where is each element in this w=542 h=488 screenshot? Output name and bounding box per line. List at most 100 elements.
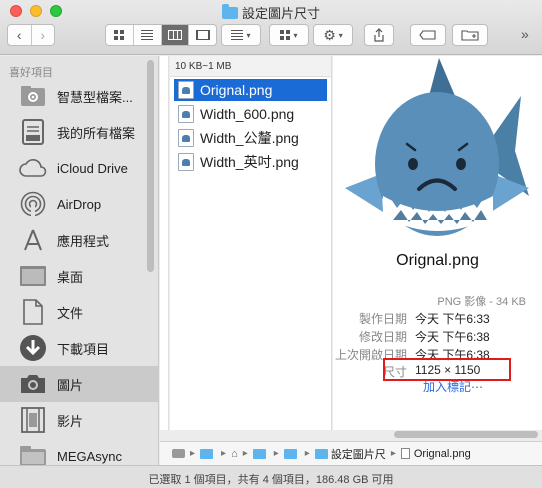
- airdrop-icon: [18, 190, 48, 218]
- hard-drive-icon[interactable]: [172, 449, 185, 458]
- status-bar: 已選取 1 個項目，共有 4 個項目，186.48 GB 可用: [0, 465, 542, 488]
- sidebar-item-label: 我的所有檔案: [57, 125, 136, 141]
- path-folder-icon[interactable]: [283, 448, 297, 459]
- sidebar-scrollbar[interactable]: [147, 60, 154, 272]
- png-file-icon: [178, 153, 194, 171]
- sidebar-item-label: 智慧型檔案...: [57, 89, 133, 105]
- sidebar-item-label: MEGAsync: [57, 448, 123, 464]
- meta-modified: 修改日期 今天 下午6:38: [333, 328, 542, 344]
- smart-folder-icon: [18, 82, 48, 110]
- png-file-icon: [178, 129, 194, 147]
- meta-value: 今天 下午6:38: [415, 330, 490, 344]
- sidebar-item-label: 圖片: [57, 377, 84, 393]
- group-icon: [280, 30, 291, 40]
- path-crumb[interactable]: Orignal.png: [414, 448, 471, 460]
- coverflow-view-icon: [195, 30, 210, 40]
- shark-thumbnail: [345, 58, 529, 236]
- sidebar-item-applications[interactable]: 應用程式: [0, 222, 158, 258]
- file-item[interactable]: Width_英吋.png: [174, 151, 327, 173]
- sidebar-item-movies[interactable]: 影片: [0, 402, 158, 438]
- file-item[interactable]: Width_600.png: [174, 103, 327, 125]
- preview-file-kind: PNG 影像 - 34 KB: [437, 296, 526, 308]
- list-view-icon: [141, 30, 154, 40]
- group-header: 10 KB~1 MB: [170, 56, 331, 77]
- png-file-icon: [178, 81, 194, 99]
- png-file-icon: [400, 448, 410, 459]
- desktop-icon: [18, 262, 48, 290]
- path-separator-icon: ▸: [390, 448, 396, 459]
- camera-icon: [18, 370, 48, 398]
- tag-icon: [419, 30, 436, 40]
- path-folder-icon[interactable]: [252, 448, 266, 459]
- path-separator-icon: ▸: [304, 448, 310, 459]
- sidebar-item-label: 應用程式: [57, 233, 110, 249]
- group-button[interactable]: ▾: [269, 24, 309, 46]
- home-icon[interactable]: ⌂: [231, 448, 238, 460]
- arrange-icon: [231, 30, 244, 40]
- window-title: 設定圖片尺寸: [0, 3, 542, 21]
- sidebar-item-airdrop[interactable]: AirDrop: [0, 186, 158, 222]
- sidebar-item-smart-folder[interactable]: 智慧型檔案...: [0, 78, 158, 114]
- file-item[interactable]: Width_公釐.png: [174, 127, 327, 149]
- preview-file-name: Orignal.png: [396, 252, 479, 269]
- nav-buttons: ‹ ›: [7, 24, 55, 46]
- path-separator-icon: ▸: [242, 448, 248, 459]
- sidebar-item-all-my-files[interactable]: 我的所有檔案: [0, 114, 158, 150]
- sidebar-item-desktop[interactable]: 桌面: [0, 258, 158, 294]
- share-button[interactable]: [364, 24, 394, 46]
- forward-button[interactable]: ›: [32, 25, 55, 45]
- new-folder-icon: [461, 30, 479, 41]
- sidebar-section-favorites: 喜好項目: [9, 67, 53, 79]
- applications-icon: [18, 226, 48, 254]
- path-separator-icon: ▸: [273, 448, 279, 459]
- path-folder-icon: [314, 448, 328, 459]
- sidebar-item-label: 下載項目: [57, 341, 110, 357]
- file-item[interactable]: Orignal.png: [174, 79, 327, 101]
- sidebar: 喜好項目 智慧型檔案... 我的所有檔案 iCloud Drive AirDro…: [0, 56, 159, 466]
- action-button[interactable]: ⚙ ▾: [313, 24, 353, 46]
- path-separator-icon: ▸: [190, 448, 196, 459]
- sidebar-item-documents[interactable]: 文件: [0, 294, 158, 330]
- coverflow-view-button[interactable]: [189, 25, 216, 45]
- column-view-button[interactable]: [161, 25, 190, 45]
- chevron-down-icon: ▾: [338, 30, 343, 40]
- dimensions-highlight-box: [383, 358, 511, 381]
- sidebar-item-label: AirDrop: [57, 196, 102, 212]
- meta-value: 今天 下午6:33: [415, 312, 490, 326]
- chevron-right-icon: ›: [40, 27, 46, 43]
- path-separator-icon: ▸: [221, 448, 227, 459]
- icon-view-icon: [114, 30, 125, 40]
- new-folder-button[interactable]: [452, 24, 488, 46]
- sidebar-item-downloads[interactable]: 下載項目: [0, 330, 158, 366]
- cloud-icon: [18, 154, 48, 182]
- chevron-down-icon: ▾: [293, 30, 298, 40]
- sidebar-item-pictures[interactable]: 圖片: [0, 366, 158, 402]
- list-view-button[interactable]: [134, 25, 162, 45]
- meta-key: 製作日期: [358, 312, 407, 326]
- path-crumb[interactable]: 設定圖片尺: [331, 446, 386, 462]
- folder-icon: [221, 4, 238, 19]
- icon-view-button[interactable]: [106, 25, 134, 45]
- toolbar-overflow-button[interactable]: »: [521, 26, 529, 42]
- horizontal-scrollbar[interactable]: [394, 431, 538, 438]
- png-file-icon: [178, 105, 194, 123]
- view-mode-control: [105, 24, 217, 46]
- all-my-files-icon: [18, 118, 48, 146]
- chevron-down-icon: ▾: [246, 30, 251, 40]
- window-toolbar: 設定圖片尺寸 ‹ › ▾ ▾ ⚙ ▾ »: [0, 0, 542, 55]
- parent-column[interactable]: [160, 56, 169, 430]
- path-folder-icon[interactable]: [200, 448, 214, 459]
- column-view-icon: [167, 30, 182, 40]
- tags-button[interactable]: [410, 24, 446, 46]
- path-bar: ▸ ▸ ⌂ ▸ ▸ ▸ 設定圖片尺 ▸ Orignal.png: [160, 441, 542, 465]
- download-icon: [18, 334, 48, 362]
- sidebar-item-label: 文件: [57, 305, 84, 321]
- chevron-left-icon: ‹: [16, 27, 22, 43]
- back-button[interactable]: ‹: [8, 25, 32, 45]
- sidebar-item-icloud-drive[interactable]: iCloud Drive: [0, 150, 158, 186]
- gear-icon: ⚙: [323, 26, 336, 43]
- meta-key: 修改日期: [358, 330, 407, 344]
- arrange-button[interactable]: ▾: [221, 24, 261, 46]
- sidebar-item-label: 桌面: [57, 269, 84, 285]
- document-icon: [18, 298, 48, 326]
